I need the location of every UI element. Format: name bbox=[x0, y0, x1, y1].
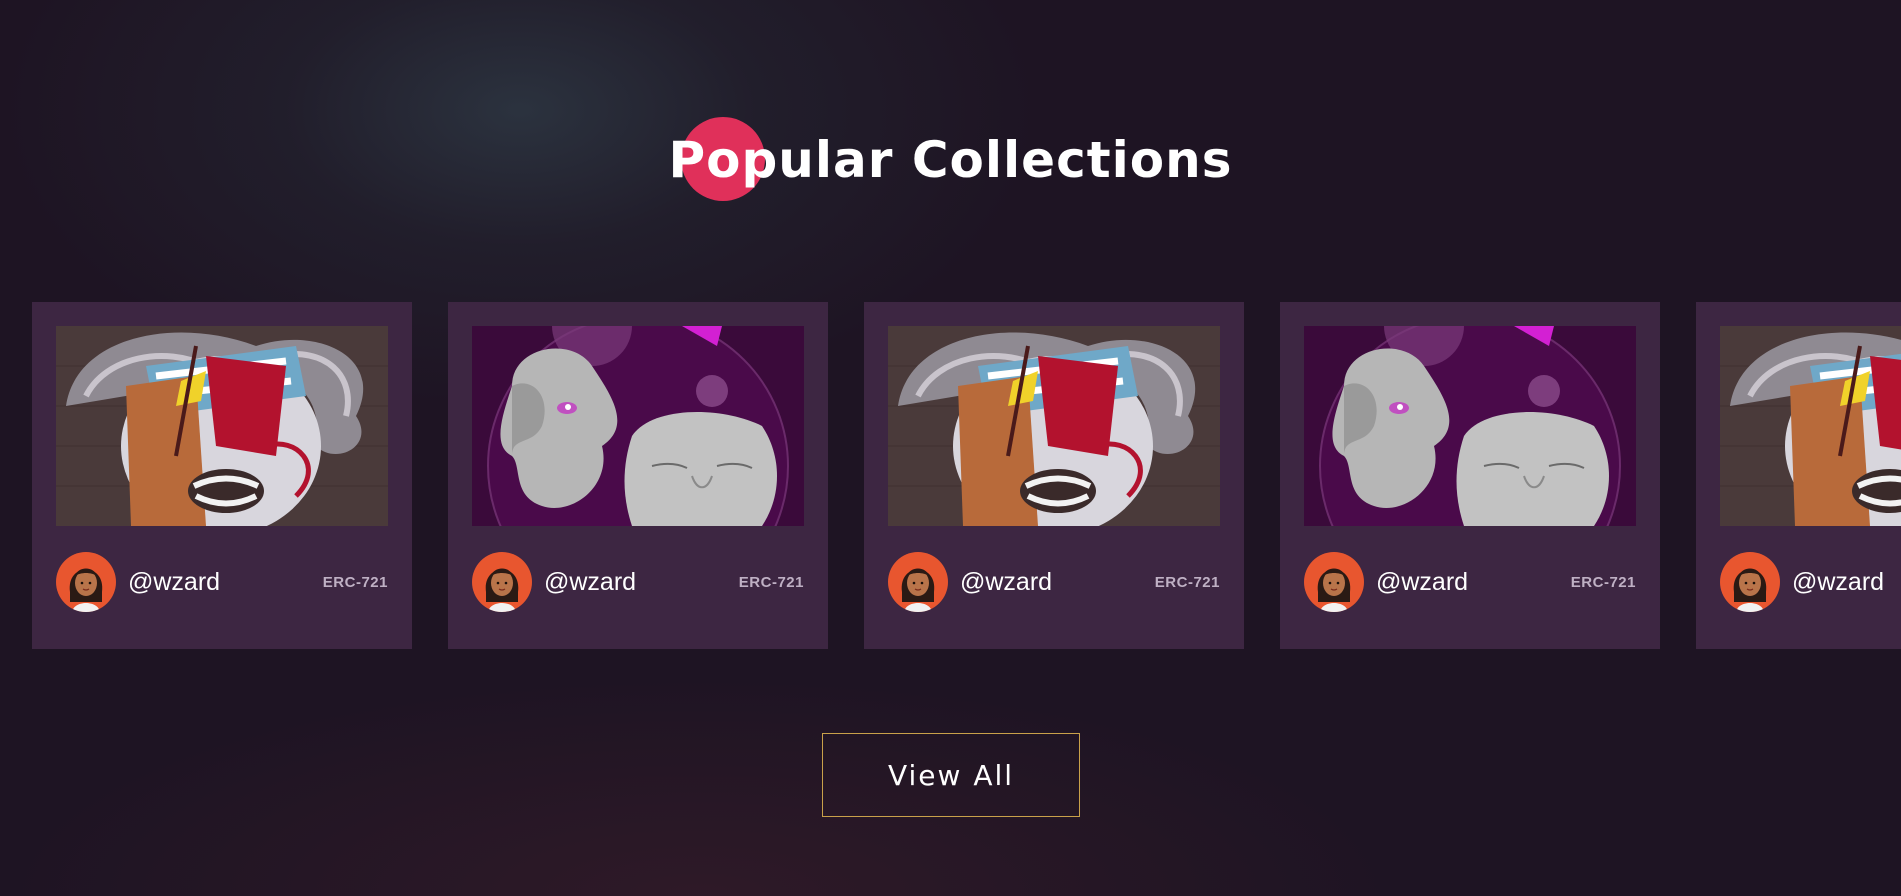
collections-carousel[interactable]: @wzard ERC-721 @wzard ERC-721 @wzard ERC… bbox=[32, 302, 1901, 649]
collection-card[interactable]: @wzard ERC-721 bbox=[1280, 302, 1660, 649]
view-all-button[interactable]: View All bbox=[822, 733, 1080, 817]
creator-avatar[interactable] bbox=[1720, 552, 1780, 612]
collection-artwork-sculpture[interactable] bbox=[472, 326, 804, 526]
avatar-image bbox=[888, 552, 948, 612]
card-footer: @wzard ERC-721 bbox=[1720, 552, 1901, 612]
creator-avatar[interactable] bbox=[472, 552, 532, 612]
creator-username[interactable]: @wzard bbox=[1792, 568, 1901, 597]
collection-artwork-collage[interactable] bbox=[1720, 326, 1901, 526]
collage-artwork-image bbox=[56, 326, 388, 526]
creator-avatar[interactable] bbox=[888, 552, 948, 612]
collage-artwork-image bbox=[888, 326, 1220, 526]
collection-card[interactable]: @wzard ERC-721 bbox=[1696, 302, 1901, 649]
creator-username[interactable]: @wzard bbox=[1376, 568, 1571, 597]
creator-username[interactable]: @wzard bbox=[544, 568, 739, 597]
card-footer: @wzard ERC-721 bbox=[56, 552, 388, 612]
collection-card[interactable]: @wzard ERC-721 bbox=[448, 302, 828, 649]
creator-username[interactable]: @wzard bbox=[960, 568, 1155, 597]
card-footer: @wzard ERC-721 bbox=[888, 552, 1220, 612]
sculpture-artwork-image bbox=[472, 326, 804, 526]
creator-avatar[interactable] bbox=[56, 552, 116, 612]
creator-username[interactable]: @wzard bbox=[128, 568, 323, 597]
sculpture-artwork-image bbox=[1304, 326, 1636, 526]
section-title-text: Popular Collections bbox=[668, 131, 1233, 189]
avatar-image bbox=[1304, 552, 1364, 612]
avatar-image bbox=[1720, 552, 1780, 612]
card-footer: @wzard ERC-721 bbox=[1304, 552, 1636, 612]
card-footer: @wzard ERC-721 bbox=[472, 552, 804, 612]
creator-avatar[interactable] bbox=[1304, 552, 1364, 612]
section-title: Popular Collections bbox=[0, 130, 1901, 190]
collection-card[interactable]: @wzard ERC-721 bbox=[864, 302, 1244, 649]
collection-artwork-collage[interactable] bbox=[56, 326, 388, 526]
token-type-label: ERC-721 bbox=[322, 573, 388, 591]
collage-artwork-image bbox=[1720, 326, 1901, 526]
token-type-label: ERC-721 bbox=[1154, 573, 1220, 591]
avatar-image bbox=[472, 552, 532, 612]
token-type-label: ERC-721 bbox=[1570, 573, 1636, 591]
collection-artwork-sculpture[interactable] bbox=[1304, 326, 1636, 526]
collection-card[interactable]: @wzard ERC-721 bbox=[32, 302, 412, 649]
token-type-label: ERC-721 bbox=[738, 573, 804, 591]
avatar-image bbox=[56, 552, 116, 612]
collection-artwork-collage[interactable] bbox=[888, 326, 1220, 526]
